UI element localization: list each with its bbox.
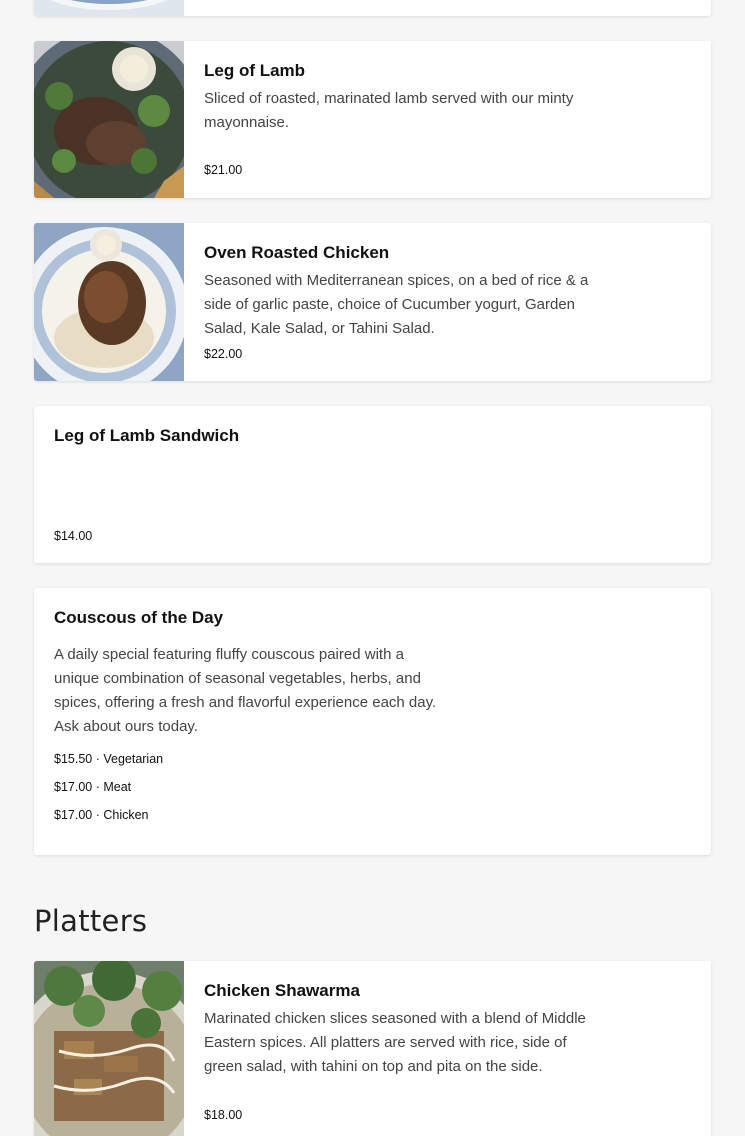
menu-item-price: $14.00 bbox=[54, 529, 93, 543]
menu-item-name: Oven Roasted Chicken bbox=[204, 243, 390, 262]
menu-item-photo bbox=[34, 0, 184, 16]
menu-item-name: Chicken Shawarma bbox=[204, 981, 360, 1000]
chicken-shawarma-photo bbox=[34, 961, 184, 1136]
menu-item-description: A daily special featuring fluffy couscou… bbox=[54, 646, 437, 735]
menu-item-name: Leg of Lamb bbox=[204, 61, 306, 80]
menu-item-card-partial[interactable] bbox=[34, 0, 711, 16]
menu-item-name: Leg of Lamb Sandwich bbox=[54, 426, 240, 445]
menu-item-price: $21.00 bbox=[204, 163, 243, 177]
menu-item-name: Couscous of the Day bbox=[54, 608, 224, 627]
menu-item-card[interactable]: Oven Roasted Chicken Seasoned with Medit… bbox=[34, 223, 711, 381]
menu-item-card[interactable]: Leg of Lamb Sandwich $14.00 bbox=[34, 406, 711, 563]
menu-item-description: Marinated chicken slices seasoned with a… bbox=[204, 1010, 586, 1075]
menu-item-description: Seasoned with Mediterranean spices, on a… bbox=[204, 272, 589, 337]
menu-item-price: $22.00 bbox=[204, 347, 243, 361]
menu-item-card[interactable]: Couscous of the Day A daily special feat… bbox=[34, 588, 711, 855]
menu-item-price: $18.00 bbox=[204, 1108, 243, 1122]
menu-item-card[interactable]: Chicken Shawarma Marinated chicken slice… bbox=[34, 961, 711, 1136]
menu-item-option: $17.00 · Meat bbox=[54, 780, 132, 794]
menu-item-option: $15.50 · Vegetarian bbox=[54, 752, 164, 766]
menu-item-card[interactable]: Leg of Lamb Sliced of roasted, marinated… bbox=[34, 41, 711, 198]
leg-of-lamb-photo bbox=[34, 41, 184, 198]
oven-roasted-chicken-photo bbox=[34, 223, 184, 381]
menu-item-option: $17.00 · Chicken bbox=[54, 808, 149, 822]
menu-item-description: Sliced of roasted, marinated lamb served… bbox=[204, 90, 574, 131]
section-title: Platters bbox=[34, 904, 148, 938]
